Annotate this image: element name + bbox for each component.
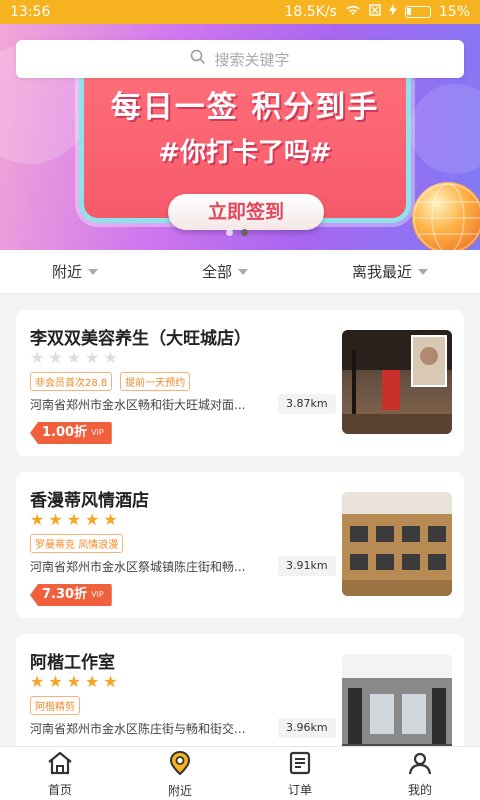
carousel-dot[interactable] (226, 229, 233, 236)
shop-card[interactable]: 香漫蒂风情酒店 ★ ★ ★ ★ ★ 罗曼蒂克 风情浪漫 河南省郑州市金水区祭城镇陈庄街和… (16, 472, 464, 618)
wifi-icon (345, 4, 361, 20)
star-icon: ★ (103, 348, 118, 367)
discount-value: 1.00折 (42, 425, 88, 440)
discount-badge: 1.00折 VIP (30, 422, 112, 444)
chevron-down-icon (238, 268, 248, 275)
shop-tag: 阿楷精剪 (30, 696, 80, 715)
shop-name: 阿楷工作室 (30, 653, 115, 673)
shop-tag: 提前一天预约 (120, 372, 191, 391)
rating-stars: ★ ★ ★ ★ ★ (30, 512, 118, 528)
tab-profile[interactable]: 我的 (380, 750, 460, 798)
shop-name: 香漫蒂风情酒店 (30, 491, 149, 511)
shop-thumbnail[interactable] (342, 330, 452, 434)
shop-tags: 罗曼蒂克 风情浪漫 (30, 534, 124, 553)
order-list-icon (287, 750, 313, 779)
search-input[interactable]: 搜索关键字 (16, 40, 464, 78)
tab-label: 附近 (167, 783, 192, 798)
shop-distance: 3.91km (278, 556, 336, 576)
shop-address: 河南省郑州市金水区畅和街大旺城对面... (30, 398, 246, 412)
shop-thumbnail[interactable] (342, 654, 452, 746)
shop-address: 河南省郑州市金水区陈庄街与畅和街交... (30, 722, 246, 736)
carousel-indicator (226, 229, 248, 236)
filter-label: 全部 (201, 263, 232, 281)
banner-decoration (410, 84, 480, 174)
vip-label: VIP (91, 428, 104, 437)
tab-nearby[interactable]: 附近 (140, 749, 220, 799)
tab-orders[interactable]: 订单 (260, 750, 340, 798)
bottom-tab-bar: 首页 附近 订单 我的 (0, 746, 480, 800)
sign-in-button[interactable]: 立即签到 (168, 194, 324, 230)
filter-bar: 附近 全部 离我最近 (0, 250, 480, 294)
user-icon (407, 750, 433, 779)
vip-label: VIP (91, 590, 104, 599)
rating-stars: ★ ★ ★ ★ ★ (30, 674, 118, 690)
discount-value: 7.30折 (42, 587, 88, 602)
shop-distance: 3.87km (278, 394, 336, 414)
shop-tags: 阿楷精剪 (30, 696, 80, 715)
star-icon: ★ (66, 348, 82, 367)
filter-sort[interactable]: 离我最近 (352, 261, 428, 282)
tab-label: 我的 (407, 782, 432, 797)
shop-tag: 非会员首次28.8 (30, 372, 113, 391)
star-icon: ★ (103, 510, 118, 529)
sim-blocked-icon (369, 4, 381, 20)
network-speed: 18.5K/s (284, 4, 337, 20)
star-icon: ★ (30, 510, 45, 529)
shop-card[interactable]: 阿楷工作室 ★ ★ ★ ★ ★ 阿楷精剪 河南省郑州市金水区陈庄街与畅和街交... 3.… (16, 634, 464, 746)
banner-subline: #你打卡了吗# (158, 138, 332, 168)
carousel-dot-active[interactable] (241, 229, 248, 236)
star-icon: ★ (30, 672, 45, 691)
filter-category[interactable]: 全部 (202, 261, 248, 282)
rating-stars: ★ ★ ★ ★ ★ (30, 350, 118, 366)
shop-tags: 非会员首次28.8 提前一天预约 (30, 372, 191, 391)
banner-headline: 每日一签 积分到手 (110, 90, 380, 125)
shop-distance: 3.96km (278, 718, 336, 738)
star-icon: ★ (48, 348, 63, 367)
status-time: 13:56 (10, 4, 51, 20)
filter-label: 离我最近 (351, 263, 412, 281)
shop-list: 李双双美容养生（大旺城店） ★ ★ ★ ★ ★ 非会员首次28.8 提前一天预约 河南省… (0, 294, 480, 746)
home-icon (46, 750, 74, 779)
shop-address: 河南省郑州市金水区祭城镇陈庄街和畅... (30, 560, 246, 574)
status-bar: 13:56 18.5K/s 15% (0, 0, 480, 24)
star-icon: ★ (85, 348, 100, 367)
star-icon: ★ (30, 348, 45, 367)
chevron-down-icon (88, 268, 98, 275)
chevron-down-icon (418, 268, 428, 275)
star-icon: ★ (103, 672, 118, 691)
star-icon: ★ (48, 672, 63, 691)
battery-icon (404, 6, 431, 18)
star-icon: ★ (48, 510, 63, 529)
tab-label: 首页 (47, 782, 72, 797)
shop-name: 李双双美容养生（大旺城店） (30, 329, 251, 349)
globe-grid-icon (413, 183, 480, 250)
filter-label: 附近 (51, 263, 82, 281)
search-placeholder: 搜索关键字 (214, 50, 290, 69)
star-icon: ★ (85, 510, 100, 529)
tab-label: 订单 (287, 782, 312, 797)
location-pin-icon (166, 749, 194, 780)
tab-home[interactable]: 首页 (20, 750, 100, 798)
shop-tag: 罗曼蒂克 风情浪漫 (30, 534, 124, 553)
star-icon: ★ (85, 672, 100, 691)
discount-badge: 7.30折 VIP (30, 584, 112, 606)
star-icon: ★ (66, 672, 82, 691)
shop-card[interactable]: 李双双美容养生（大旺城店） ★ ★ ★ ★ ★ 非会员首次28.8 提前一天预约 河南省… (16, 310, 464, 456)
shop-thumbnail[interactable] (342, 492, 452, 596)
search-icon (190, 49, 206, 69)
status-right: 18.5K/s 15% (284, 4, 470, 20)
charging-icon (388, 4, 397, 20)
battery-percent: 15% (438, 4, 470, 20)
star-icon: ★ (66, 510, 82, 529)
filter-nearby[interactable]: 附近 (52, 261, 98, 282)
